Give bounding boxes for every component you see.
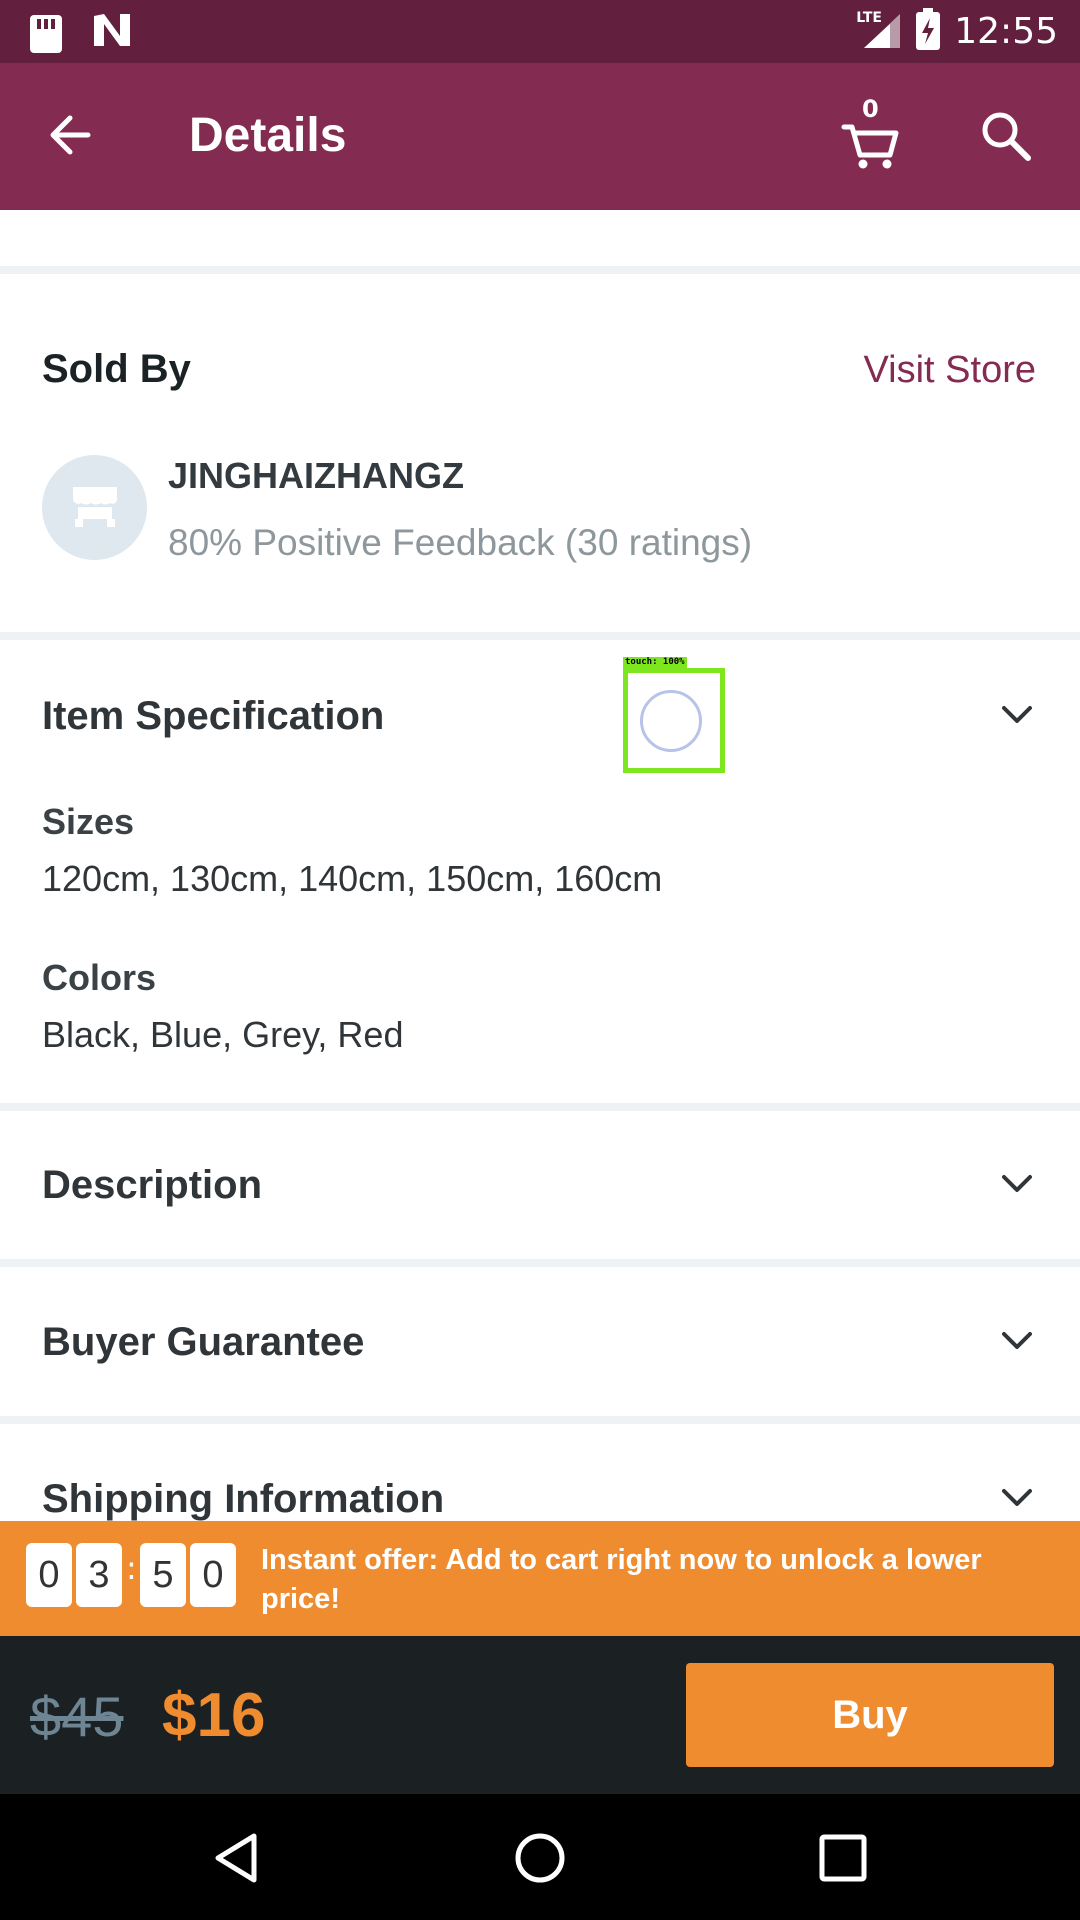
timer-digit: 0 [26,1543,72,1607]
clock: 12:55 [954,10,1058,52]
shipping-information-header[interactable]: Shipping Information [42,1477,444,1522]
system-nav-bar [0,1794,1080,1920]
timer-separator: : [126,1549,137,1587]
timer-digit: 5 [140,1543,186,1607]
buyer-guarantee-header[interactable]: Buyer Guarantee [42,1320,364,1365]
notification-icons [30,12,132,56]
chevron-down-icon[interactable] [1000,704,1034,726]
colors-label: Colors [42,957,157,998]
sizes-value: 120cm, 130cm, 140cm, 150cm, 160cm [42,858,663,899]
section-divider [0,266,1080,274]
section-divider [0,1103,1080,1111]
nav-back-icon[interactable] [210,1830,266,1886]
price-bar: $45 $16 Buy [0,1636,1080,1794]
original-price: $45 [30,1685,124,1748]
colors-value: Black, Blue, Grey, Red [42,1014,404,1055]
section-divider [0,632,1080,640]
section-divider [0,1259,1080,1267]
timer-digit: 0 [190,1543,236,1607]
buy-button[interactable]: Buy [686,1663,1054,1767]
visit-store-link[interactable]: Visit Store [864,349,1036,392]
instant-offer-banner[interactable]: 0 3 : 5 0 Instant offer: Add to cart rig… [0,1521,1080,1636]
nav-home-icon[interactable] [512,1830,568,1886]
touch-indicator-circle [640,690,702,752]
timer-digit: 3 [76,1543,122,1607]
store-icon [73,487,117,527]
sd-card-icon [30,15,62,53]
store-avatar[interactable] [42,455,147,560]
n-notification-icon [92,12,132,56]
status-bar: LTE 12:55 [0,0,1080,63]
cart-count-badge: 0 [862,95,879,123]
app-bar: Details 0 [0,63,1080,210]
search-icon[interactable] [978,108,1034,164]
battery-charging-icon [916,8,941,50]
section-divider [0,1416,1080,1424]
nav-recents-icon[interactable] [815,1830,871,1886]
back-arrow-icon[interactable] [42,105,102,165]
chevron-down-icon[interactable] [1000,1330,1034,1352]
sizes-label: Sizes [42,801,135,842]
chevron-down-icon[interactable] [1000,1487,1034,1509]
store-feedback: 80% Positive Feedback (30 ratings) [168,522,753,563]
sale-price: $16 [162,1681,266,1750]
page-title: Details [189,109,347,162]
sold-by-title: Sold By [42,347,191,391]
store-name[interactable]: JINGHAIZHANGZ [168,455,464,497]
item-specification-header[interactable]: Item Specification [42,694,384,739]
chevron-down-icon[interactable] [1000,1173,1034,1195]
cart-button[interactable]: 0 [838,95,904,171]
description-header[interactable]: Description [42,1163,262,1208]
offer-text: Instant offer: Add to cart right now to … [261,1544,982,1615]
touch-indicator-label: touch: 100% [623,657,687,668]
signal-icon [864,14,901,48]
